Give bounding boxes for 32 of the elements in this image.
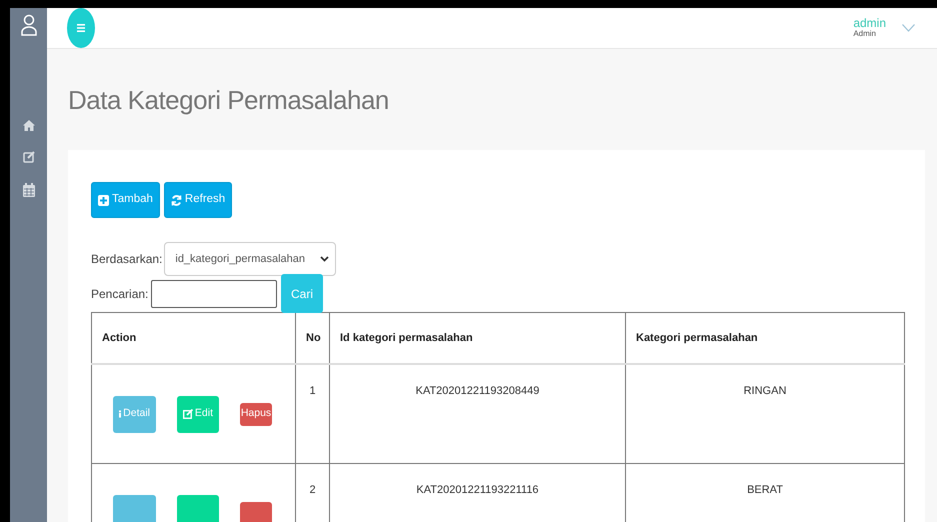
menu-button[interactable]: [67, 8, 95, 48]
user-icon[interactable]: [20, 14, 36, 36]
info-icon: [119, 409, 122, 419]
home-icon[interactable]: [22, 120, 34, 131]
page-title: Data Kategori Permasalahan: [68, 84, 390, 117]
column-header: Id kategori permasalahan: [330, 312, 626, 364]
add-button[interactable]: Tambah: [91, 182, 160, 218]
chevron-down-icon: [320, 256, 330, 262]
search-separator: :: [145, 286, 150, 302]
plus-icon: [98, 194, 109, 206]
table-cell: RINGAN: [626, 364, 904, 464]
edit-icon: [183, 409, 193, 419]
table-cell: 1: [296, 364, 330, 464]
search-button[interactable]: Cari: [281, 274, 323, 313]
search-field[interactable]: [151, 280, 277, 308]
table-cell: KAT20201221193208449: [330, 364, 626, 464]
user-role: Admin: [853, 29, 877, 39]
edit-button[interactable]: Edit: [177, 396, 219, 432]
refresh-button[interactable]: Refresh: [164, 182, 232, 218]
edit-icon[interactable]: [22, 151, 34, 163]
column-header: Kategori permasalahan: [626, 312, 904, 364]
search-label: Pencarian: [91, 286, 145, 302]
delete-button[interactable]: Hapus: [240, 402, 272, 426]
user-name[interactable]: admin: [853, 17, 886, 30]
filter-label: Berdasarkan:: [91, 251, 162, 268]
column-header: Action: [92, 312, 296, 364]
refresh-icon: [170, 194, 182, 206]
calendar-icon[interactable]: [22, 183, 34, 197]
menu-icon: [77, 24, 85, 32]
filter-select[interactable]: id_kategori_permasalahan: [164, 242, 336, 276]
detail-button[interactable]: Detail: [113, 396, 156, 432]
chevron-down-icon[interactable]: [902, 24, 915, 32]
